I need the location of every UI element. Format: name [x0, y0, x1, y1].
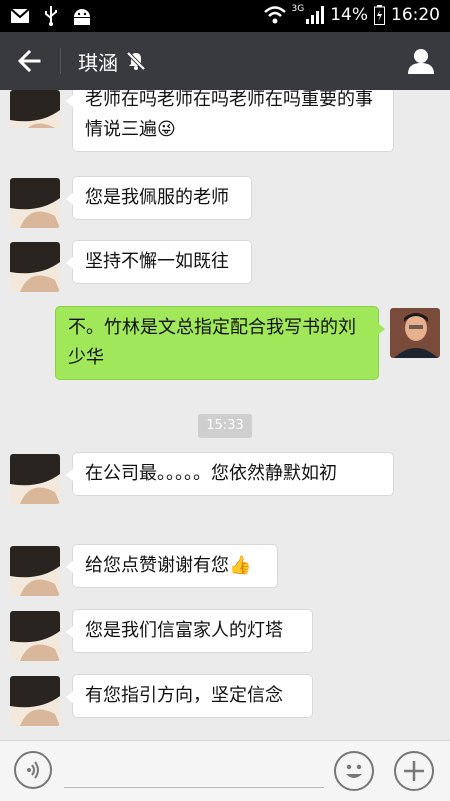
android-icon — [74, 9, 90, 25]
message-bubble[interactable]: 您是我佩服的老师 — [66, 176, 252, 220]
mute-bell-icon — [126, 51, 146, 71]
status-bar: 3G 14% 16:20 — [0, 0, 450, 32]
chat-title: 琪涵 — [78, 51, 118, 75]
contact-profile-icon[interactable] — [406, 46, 436, 76]
my-avatar[interactable] — [390, 308, 440, 358]
voice-icon — [27, 761, 39, 779]
mail-icon — [10, 8, 30, 23]
avatar[interactable] — [10, 178, 60, 228]
message-bubble[interactable]: 给您点赞谢谢有您👍 — [66, 544, 278, 588]
avatar[interactable] — [10, 611, 60, 661]
battery-percent: 14% — [330, 5, 368, 25]
smiley-icon — [346, 764, 362, 778]
message-bubble-outgoing[interactable]: 不。竹林是文总指定配合我写书的刘少华 — [55, 306, 385, 380]
avatar[interactable] — [10, 242, 60, 292]
chat-header: 琪涵 — [0, 32, 450, 90]
wifi-icon — [263, 6, 286, 24]
chat-area[interactable]: 老师在吗老师在吗老师在吗重要的事情说三遍😜 您是我佩服的老师 坚持不懈一如既往 … — [0, 90, 450, 740]
voice-input-button[interactable] — [14, 751, 52, 789]
more-options-button[interactable] — [394, 751, 434, 791]
signal-icon — [306, 6, 325, 24]
header-divider — [60, 48, 61, 74]
clock: 16:20 — [391, 5, 440, 25]
message-bubble[interactable]: 坚持不懈一如既往 — [66, 240, 252, 284]
battery-charging-icon — [374, 5, 385, 25]
timestamp-badge: 15:33 — [198, 414, 252, 438]
plus-icon — [404, 761, 424, 781]
input-bar — [0, 740, 450, 801]
avatar[interactable] — [10, 454, 60, 504]
message-bubble[interactable]: 您是我们信富家人的灯塔 — [66, 609, 313, 653]
back-arrow-icon[interactable] — [14, 46, 44, 76]
avatar[interactable] — [10, 676, 60, 726]
message-bubble[interactable]: 在公司最。。。。。您依然静默如初 — [66, 452, 394, 496]
avatar[interactable] — [10, 90, 60, 128]
network-type: 3G — [291, 4, 305, 14]
avatar[interactable] — [10, 546, 60, 596]
usb-icon — [45, 6, 57, 26]
message-bubble[interactable]: 有您指引方向，坚定信念 — [66, 674, 313, 718]
message-bubble[interactable]: 老师在吗老师在吗老师在吗重要的事情说三遍😜 — [66, 90, 394, 152]
emoji-button[interactable] — [334, 751, 374, 791]
message-input[interactable] — [64, 787, 324, 788]
